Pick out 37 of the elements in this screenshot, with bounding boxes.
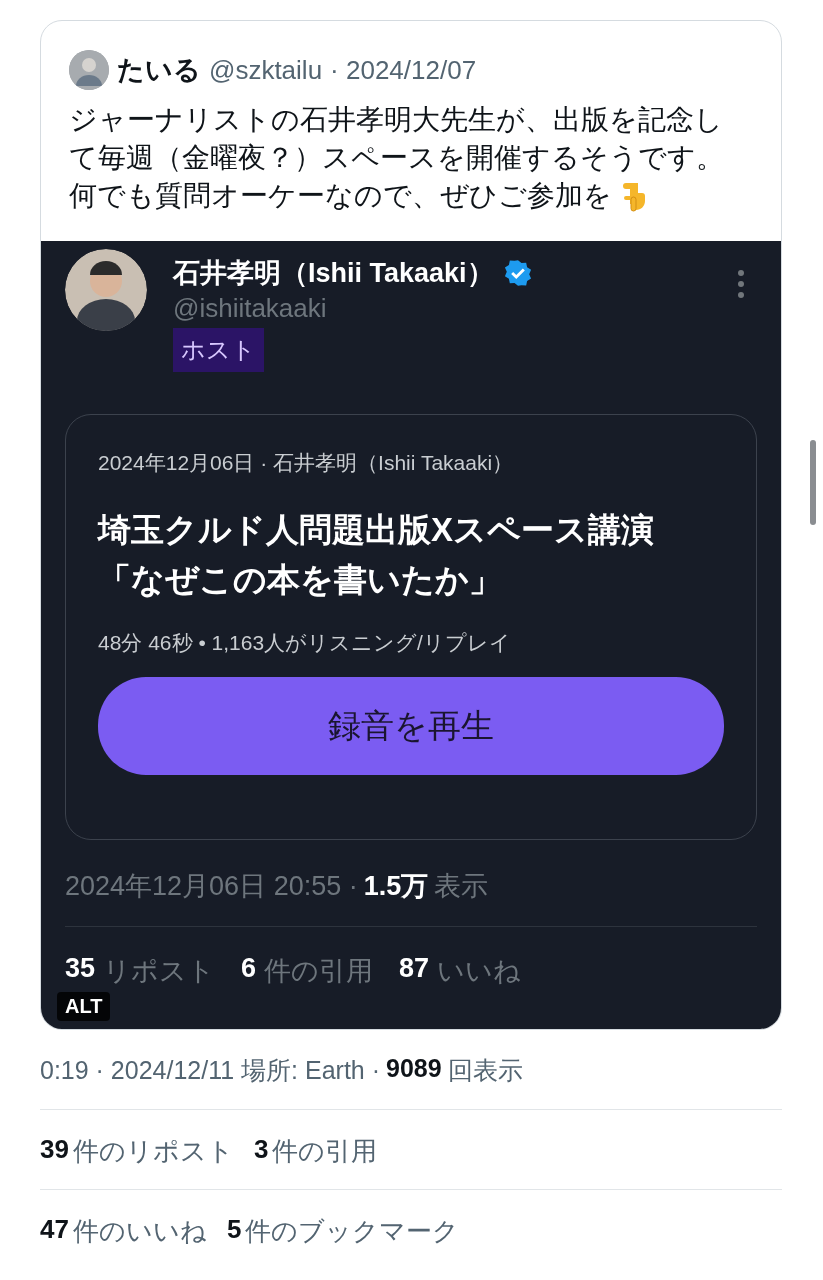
alt-badge[interactable]: ALT (57, 992, 111, 1021)
stat-count: 39 (40, 1134, 69, 1166)
host-handle: @ishiitakaaki (173, 293, 328, 324)
post-text-line: ジャーナリストの石井孝明大先生が、出版を記念し (69, 103, 723, 137)
post-text-line: 何でも質問オーケーなので、ぜひご参加を (69, 179, 612, 213)
view-count: 9089 (386, 1054, 442, 1084)
space-stats: 48分 46秒 • 1,163人がリスニング/リプレイ (98, 630, 512, 656)
stat-label[interactable]: 件のリポスト (72, 1134, 234, 1169)
stat-count: 47 (40, 1214, 69, 1246)
avatar (69, 50, 109, 90)
stat-label[interactable]: 件のいいね (72, 1214, 207, 1249)
space-title: 埼玉クルド人問題出版Xスペース講演 「なぜこの本を書いたか」 (98, 510, 655, 600)
post-text-line: て毎週（金曜夜？）スペースを開催するそうです。 (69, 141, 724, 175)
stat-count: 5 (226, 1214, 242, 1246)
author-handle: @szktailu (209, 54, 323, 86)
author-name: たいる (117, 54, 201, 87)
space-meta: 2024年12月06日 · 石井孝明（Ishii Takaaki） (98, 450, 515, 476)
stat-label[interactable]: 件の引用 (272, 1134, 378, 1169)
host-name: 石井孝明（Ishii Takaaki） (173, 257, 494, 290)
stat-count: 3 (253, 1134, 269, 1166)
host-badge: ホスト (173, 328, 264, 372)
view-label: 表示 (434, 870, 489, 903)
quoted-post-card[interactable] (40, 20, 782, 1030)
engagement-count: 87 (399, 953, 430, 985)
view-label: 回表示 (447, 1055, 523, 1086)
more-icon (737, 269, 745, 299)
engagement-label: いいね (437, 955, 522, 988)
post-timestamp: 2024年12月06日 20:55 · (65, 870, 358, 903)
engagement-count: 6 (241, 953, 257, 985)
post-meta: 0:19 · 2024/12/11 場所: Earth · (40, 1055, 380, 1086)
view-count: 1.5万 (363, 870, 429, 903)
engagement-count: 35 (65, 953, 96, 985)
stat-label[interactable]: 件のブックマーク (245, 1214, 460, 1249)
engagement-label: 件の引用 (264, 955, 374, 988)
post-date: · 2024/12/07 (330, 54, 477, 86)
play-recording-button[interactable]: 録音を再生 (98, 677, 724, 775)
engagement-label: リポスト (103, 955, 216, 988)
